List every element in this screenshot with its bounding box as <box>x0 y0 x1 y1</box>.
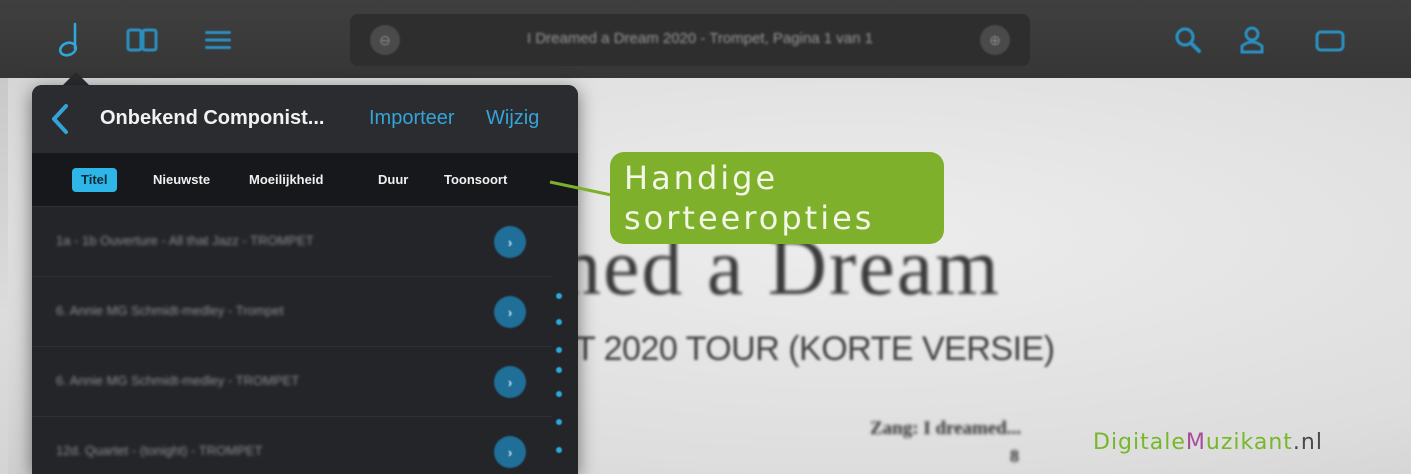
index-dot <box>556 293 562 299</box>
previous-document-button[interactable]: ⊖ <box>370 25 400 55</box>
sheet-subtitle: T 2020 TOUR (KORTE VERSIE) <box>575 330 1055 368</box>
back-button[interactable] <box>48 102 72 136</box>
chevron-right-icon: › <box>507 304 513 320</box>
chevron-left-icon <box>52 104 68 134</box>
index-dot <box>556 419 562 425</box>
profile-icon[interactable] <box>1232 20 1272 60</box>
watermark-part-2: M <box>1185 430 1206 455</box>
index-dot <box>556 391 562 397</box>
menu-icon[interactable] <box>198 20 238 60</box>
plus-icon: ⊕ <box>989 31 1001 48</box>
list-item-detail-button[interactable]: › <box>494 296 526 328</box>
chevron-right-icon: › <box>507 234 513 250</box>
callout-line-1: Handige <box>624 159 779 197</box>
section-index-scrubber[interactable] <box>550 207 570 474</box>
callout-connector <box>549 180 617 198</box>
list-item-label: 6. Annie MG Schmidt-medley - TROMPET <box>56 373 300 388</box>
watermark-part-4: .nl <box>1292 430 1323 455</box>
document-title: I Dreamed a Dream 2020 - Trompet, Pagina… <box>526 30 873 47</box>
callout-text: Handige sorteeropties <box>624 158 874 238</box>
list-item-detail-button[interactable]: › <box>494 226 526 258</box>
chevron-right-icon: › <box>507 374 513 390</box>
chevron-right-icon: › <box>507 444 513 460</box>
song-list: 1a - 1b Ouverture - All that Jazz - TROM… <box>32 207 578 474</box>
book-icon[interactable] <box>122 20 162 60</box>
index-dot <box>556 347 562 353</box>
list-item[interactable]: 6. Annie MG Schmidt-medley - TROMPET › <box>32 347 552 417</box>
index-dot <box>556 447 562 453</box>
folder-icon[interactable] <box>1310 20 1350 60</box>
note-icon[interactable] <box>50 20 90 60</box>
search-icon[interactable] <box>1168 20 1208 60</box>
next-document-button[interactable]: ⊕ <box>980 25 1010 55</box>
callout-line-2: sorteeropties <box>624 199 875 237</box>
index-dot <box>556 319 562 325</box>
list-item-detail-button[interactable]: › <box>494 436 526 468</box>
sort-key-button[interactable]: Toonsoort <box>435 168 516 192</box>
document-title-bar: ⊖ I Dreamed a Dream 2020 - Trompet, Pagi… <box>350 14 1030 66</box>
sort-duration-button[interactable]: Duur <box>369 168 417 192</box>
list-item-label: 1a - 1b Ouverture - All that Jazz - TROM… <box>56 233 314 248</box>
popover-pointer <box>62 72 90 86</box>
watermark-part-3: uzikant <box>1205 430 1293 455</box>
edit-button[interactable]: Wijzig <box>486 107 539 130</box>
list-item[interactable]: 12d. Quartet - (tonight) - TROMPET › <box>32 417 552 474</box>
index-dot <box>556 367 562 373</box>
list-item-label: 6. Annie MG Schmidt-medley - Trompet <box>56 303 284 318</box>
top-toolbar: ⊖ I Dreamed a Dream 2020 - Trompet, Pagi… <box>0 0 1411 78</box>
watermark-part-1: Digitale <box>1093 430 1186 455</box>
list-item[interactable]: 1a - 1b Ouverture - All that Jazz - TROM… <box>32 207 552 277</box>
sort-options-bar: Titel Nieuwste Moeilijkheid Duur Toonsoo… <box>32 153 578 207</box>
sheet-rehearsal-mark: 8 <box>1010 446 1019 466</box>
callout-bubble: Handige sorteeropties <box>610 152 944 244</box>
sort-title-button[interactable]: Titel <box>72 168 117 192</box>
minus-icon: ⊖ <box>379 31 391 48</box>
sort-difficulty-button[interactable]: Moeilijkheid <box>240 168 332 192</box>
watermark: DigitaleMuzikant.nl <box>1093 430 1323 455</box>
sheet-vocal-mark: Zang: I dreamed... <box>870 418 1022 439</box>
list-item-detail-button[interactable]: › <box>494 366 526 398</box>
popover-title: Onbekend Componist... <box>100 107 325 129</box>
list-item-label: 12d. Quartet - (tonight) - TROMPET <box>56 443 263 458</box>
sort-newest-button[interactable]: Nieuwste <box>144 168 219 192</box>
list-item[interactable]: 6. Annie MG Schmidt-medley - Trompet › <box>32 277 552 347</box>
import-button[interactable]: Importeer <box>369 107 455 130</box>
library-popover: Onbekend Componist... Importeer Wijzig T… <box>32 85 578 474</box>
popover-header: Onbekend Componist... Importeer Wijzig <box>32 85 578 153</box>
